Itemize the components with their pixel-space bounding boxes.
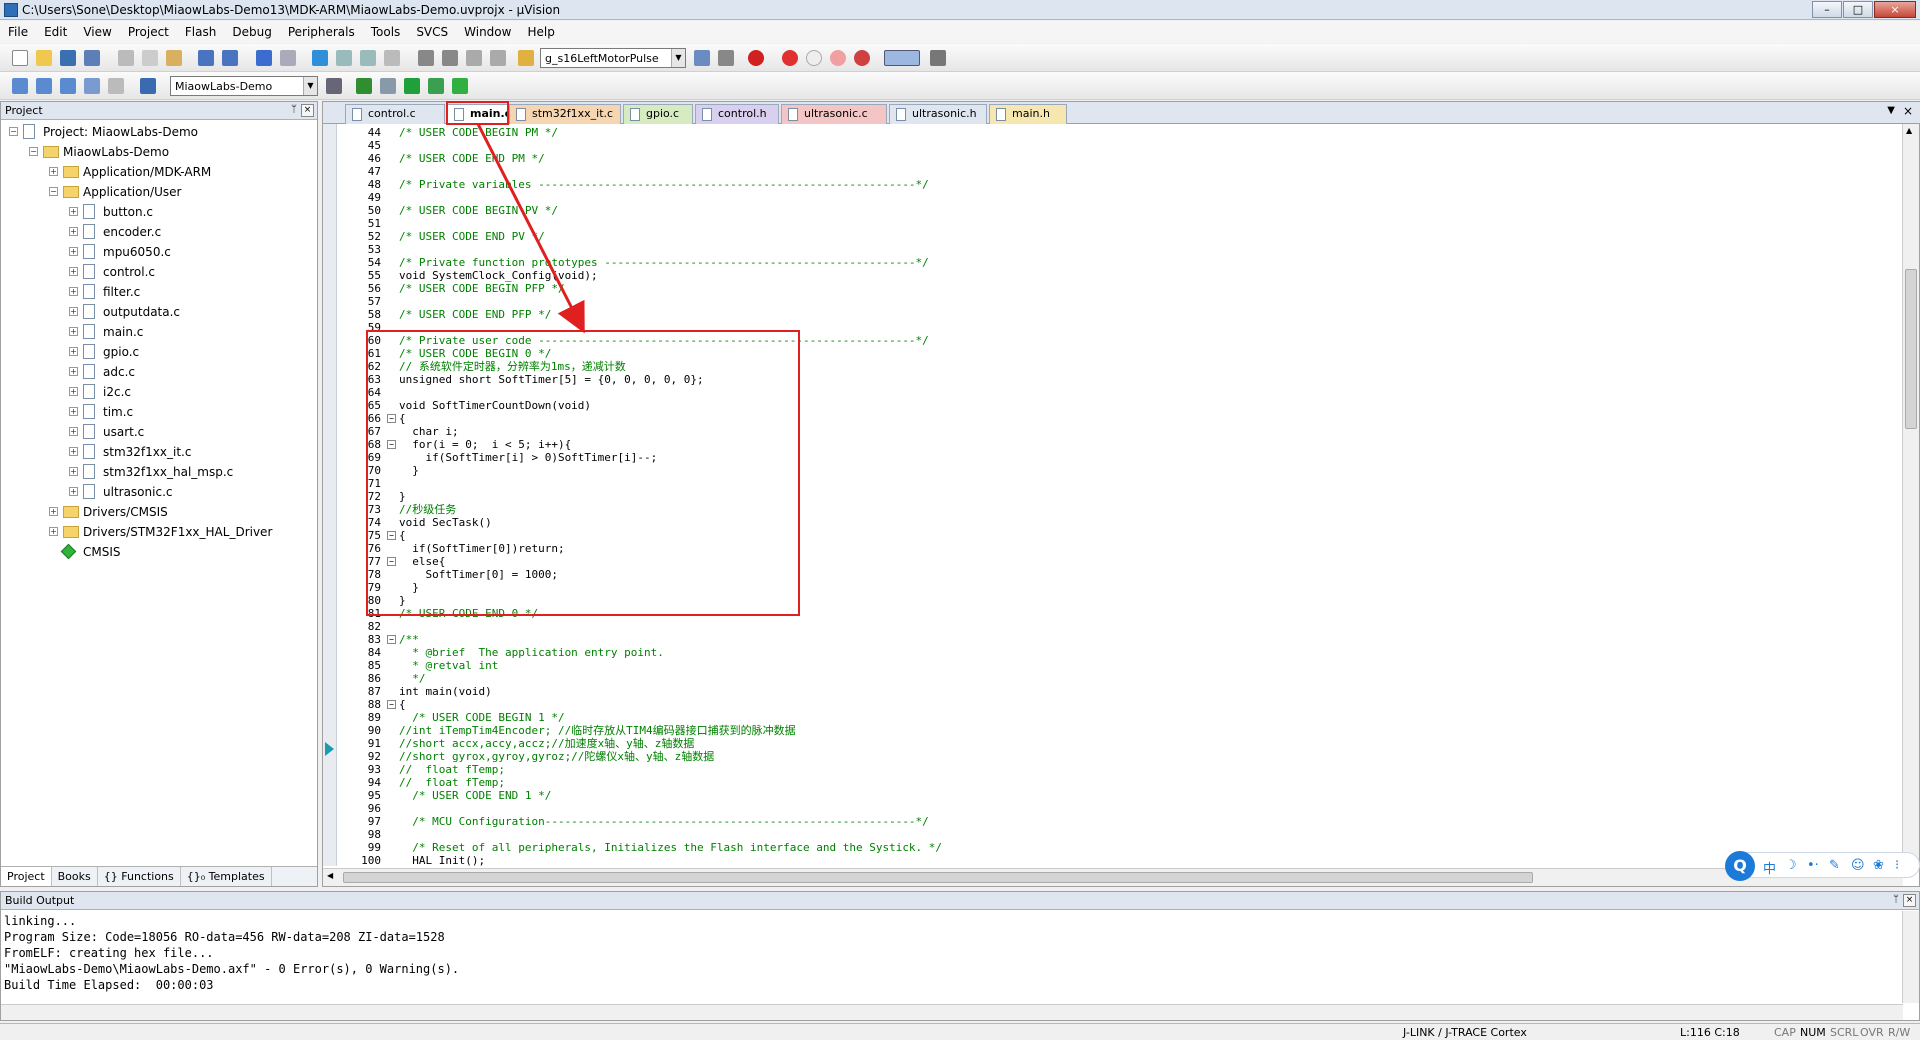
ime-toolbar[interactable]: Q 中 ☽ •· ✎ ☺ ❀ ⁝ [1725,851,1920,881]
build-output-line: Build Time Elapsed: 00:00:03 [4,978,214,992]
ime-glyph-icon[interactable]: ❀ [1873,858,1884,873]
ime-glyph-icon[interactable]: ✎ [1829,858,1840,873]
ime-glyph-icon[interactable]: 中 [1763,858,1776,877]
build-horizontal-scrollbar[interactable] [1,1004,1903,1020]
ime-glyph-icon[interactable]: ☽ [1785,858,1797,873]
status-bar: J-LINK / J-TRACE Cortex L:116 C:18 CAP N… [0,1023,1920,1040]
status-ovr: OVR [1860,1026,1884,1039]
build-output-panel: Build Output ᛘ × linking... Program Size:… [0,891,1920,1021]
ime-glyph-icon[interactable]: •· [1807,858,1819,873]
build-output-line: FromELF: creating hex file... [4,946,214,960]
pin-icon[interactable]: ᛘ [1893,894,1899,905]
annotation-arrow [476,123,585,334]
status-debugger: J-LINK / J-TRACE Cortex [1403,1026,1527,1039]
build-output-line: Program Size: Code=18056 RO-data=456 RW-… [4,930,445,944]
status-num: NUM [1800,1026,1826,1039]
ime-glyph-icon[interactable]: ⁝ [1895,858,1899,873]
ime-logo-icon[interactable]: Q [1725,851,1755,881]
status-rw: R/W [1888,1026,1911,1039]
build-output-header: Build Output ᛘ × [1,892,1919,910]
close-icon[interactable]: × [1903,894,1916,907]
build-output-line: "MiaowLabs-Demo\MiaowLabs-Demo.axf" - 0 … [4,962,460,976]
ime-glyph-icon[interactable]: ☺ [1851,858,1865,873]
status-cap: CAP [1774,1026,1796,1039]
status-cursor-position: L:116 C:18 [1680,1026,1740,1039]
build-vertical-scrollbar[interactable] [1902,911,1919,1003]
status-scrl: SCRL [1830,1026,1859,1039]
build-output-line: linking... [4,914,77,928]
build-output-title: Build Output [5,894,75,907]
